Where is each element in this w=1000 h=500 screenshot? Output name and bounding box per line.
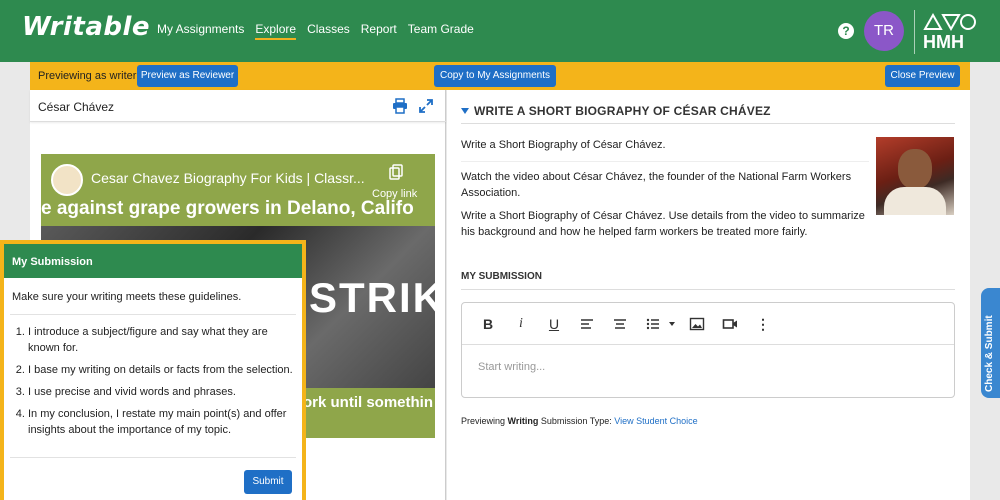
nav-team-grade[interactable]: Team Grade	[408, 22, 474, 40]
collapse-triangle-icon[interactable]	[461, 108, 469, 114]
check-and-submit-label: Check & Submit	[984, 315, 995, 392]
preview-label: Previewing as writer	[38, 70, 137, 82]
submission-type-value: Writing	[507, 416, 539, 426]
nav-report[interactable]: Report	[361, 22, 397, 40]
italic-button[interactable]: i	[513, 316, 529, 332]
align-left-icon[interactable]	[579, 316, 595, 332]
resource-header: César Chávez	[30, 90, 446, 122]
video-icon[interactable]	[722, 316, 738, 332]
copy-to-my-assignments-button[interactable]: Copy to My Assignments	[434, 65, 556, 87]
guidelines-intro: Make sure your writing meets these guide…	[12, 291, 242, 303]
guideline-item: I base my writing on details or facts fr…	[28, 362, 296, 378]
view-student-choice-link[interactable]: View Student Choice	[614, 416, 697, 426]
submission-panel-title: My Submission	[4, 244, 302, 278]
nav-explore[interactable]: Explore	[255, 22, 297, 40]
print-icon[interactable]	[392, 98, 408, 114]
guideline-item: In my conclusion, I restate my main poin…	[28, 406, 296, 438]
nav-classes[interactable]: Classes	[307, 22, 350, 40]
submission-type-suffix: Submission Type:	[538, 416, 615, 426]
video-caption-band: e against grape growers in Delano, Calif…	[41, 198, 414, 219]
divider	[461, 161, 869, 162]
hmh-wordmark: HMH	[923, 32, 964, 52]
writable-logo[interactable]: Writable	[22, 12, 150, 42]
assignment-line-1: Write a Short Biography of César Chávez.	[461, 139, 666, 151]
align-center-icon[interactable]	[612, 316, 628, 332]
video-strike-sign: STRIK	[309, 274, 435, 321]
assignment-line-3: Write a Short Biography of César Chávez.…	[461, 210, 865, 238]
close-preview-button[interactable]: Close Preview	[885, 65, 960, 87]
editor-toolbar: B i U ⋮	[462, 303, 954, 345]
portrait-face	[898, 149, 932, 189]
video-title[interactable]: Cesar Chavez Biography For Kids | Classr…	[91, 170, 365, 186]
top-nav-bar: Writable My Assignments Explore Classes …	[0, 0, 1000, 62]
divider	[461, 289, 955, 290]
chevron-down-icon[interactable]	[668, 316, 676, 332]
help-icon[interactable]: ?	[838, 23, 854, 39]
avatar[interactable]: TR	[864, 11, 904, 51]
divider	[461, 123, 955, 124]
hmh-logo: HMH	[914, 10, 980, 54]
assignment-pane: WRITE A SHORT BIOGRAPHY OF CÉSAR CHÁVEZ …	[447, 90, 970, 500]
submission-type-prefix: Previewing	[461, 416, 508, 426]
guideline-item: I use precise and vivid words and phrase…	[28, 384, 296, 400]
image-icon[interactable]	[689, 316, 705, 332]
check-and-submit-tab[interactable]: Check & Submit	[981, 288, 1000, 398]
my-submission-heading: MY SUBMISSION	[461, 271, 542, 282]
guidelines-list: I introduce a subject/figure and say wha…	[12, 324, 296, 444]
submission-type-note: Previewing Writing Submission Type: View…	[461, 416, 698, 426]
writing-editor[interactable]: B i U ⋮ Start writing...	[461, 302, 955, 398]
divider	[10, 314, 296, 315]
assignment-heading-text: WRITE A SHORT BIOGRAPHY OF CÉSAR CHÁVEZ	[474, 104, 771, 118]
preview-as-reviewer-button[interactable]: Preview as Reviewer	[137, 65, 238, 87]
editor-placeholder[interactable]: Start writing...	[478, 361, 545, 373]
main-nav: My Assignments Explore Classes Report Te…	[157, 22, 474, 40]
nav-my-assignments[interactable]: My Assignments	[157, 22, 244, 40]
guideline-item: I introduce a subject/figure and say wha…	[28, 324, 296, 356]
copy-link-label[interactable]: Copy link	[372, 188, 417, 200]
underline-button[interactable]: U	[546, 316, 562, 332]
resource-title: César Chávez	[38, 100, 115, 114]
copy-link-icon[interactable]	[388, 164, 404, 180]
bold-button[interactable]: B	[480, 316, 496, 332]
preview-bar: Previewing as writer Preview as Reviewer…	[30, 62, 970, 90]
list-icon[interactable]	[645, 316, 661, 332]
cesar-chavez-photo	[876, 137, 954, 215]
expand-icon[interactable]	[418, 98, 434, 114]
hmh-shapes-icon	[923, 13, 976, 31]
channel-avatar-icon[interactable]	[51, 164, 83, 196]
submit-button[interactable]: Submit	[244, 470, 292, 494]
assignment-heading[interactable]: WRITE A SHORT BIOGRAPHY OF CÉSAR CHÁVEZ	[461, 104, 771, 118]
assignment-line-2: Watch the video about César Chávez, the …	[461, 171, 852, 199]
more-options-icon[interactable]: ⋮	[755, 316, 771, 332]
portrait-shirt	[884, 187, 946, 215]
my-submission-panel: My Submission Make sure your writing mee…	[0, 240, 306, 500]
divider	[10, 457, 296, 458]
